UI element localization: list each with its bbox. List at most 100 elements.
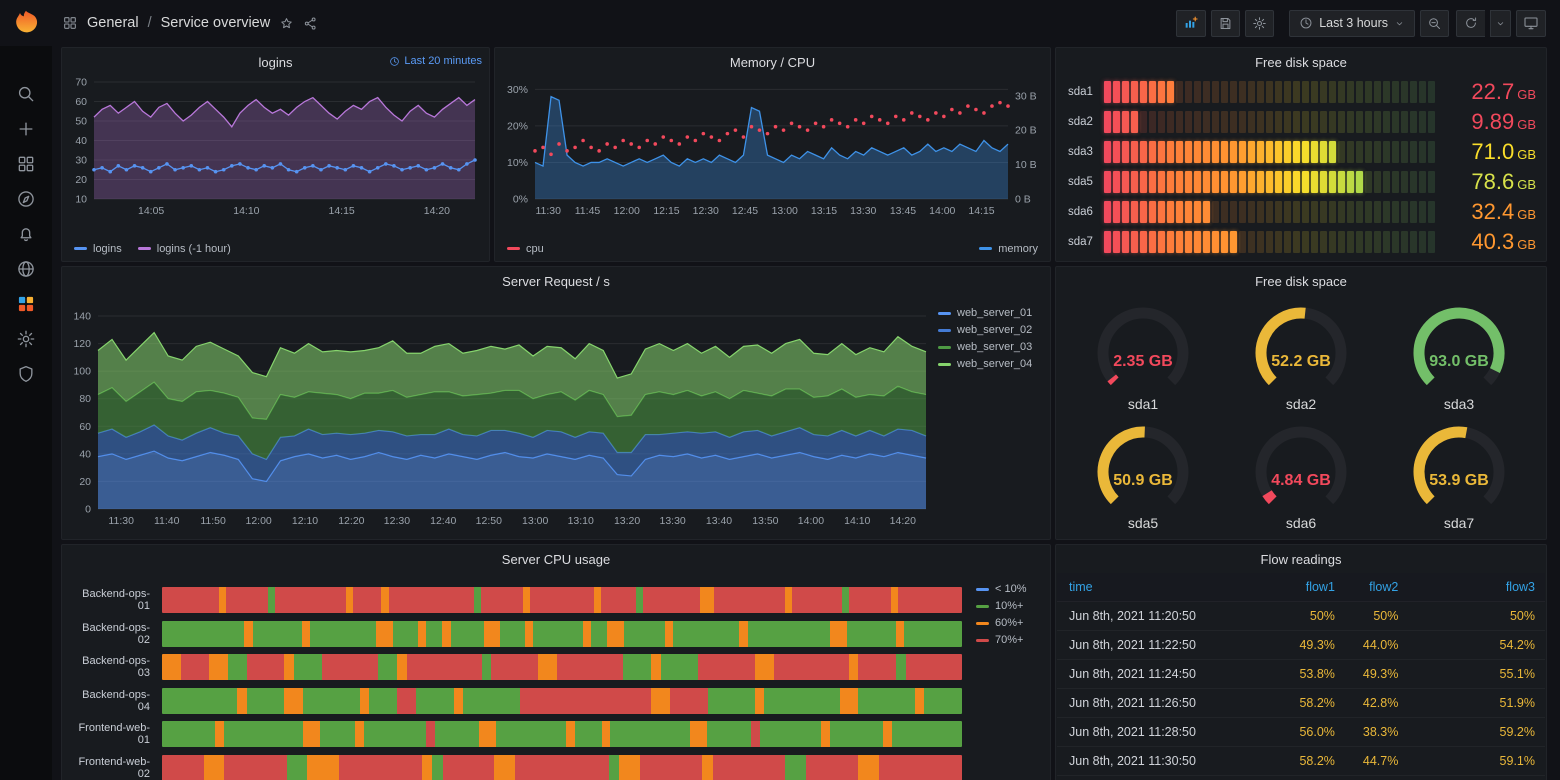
gauge-label: sda5 <box>1128 515 1158 531</box>
cpu-segment <box>389 587 474 613</box>
panel-free-disk-bars-header[interactable]: Free disk space <box>1056 48 1546 76</box>
cpu-row-bar[interactable] <box>162 654 962 680</box>
column-header-time[interactable]: time <box>1057 573 1272 602</box>
cpu-segment <box>204 755 225 780</box>
legend-item[interactable]: < 10% <box>976 583 1027 595</box>
led-cell <box>1122 201 1129 223</box>
cpu-segment <box>755 654 774 680</box>
share-icon[interactable] <box>303 16 318 31</box>
grafana-app: General / Service overview Last 3 hours <box>0 0 1560 780</box>
cpu-segment <box>891 587 898 613</box>
panel-title: logins <box>259 55 293 70</box>
column-header-flow3[interactable]: flow3 <box>1408 573 1545 602</box>
add-panel-button[interactable] <box>1176 10 1206 37</box>
led-cell <box>1131 171 1138 193</box>
panel-server-requests-header[interactable]: Server Request / s <box>62 267 1050 295</box>
chart-canvas[interactable]: 02040608010012014011:3011:4011:5012:0012… <box>66 295 934 533</box>
sidebar-item-search[interactable] <box>0 76 52 111</box>
svg-text:50.9 GB: 50.9 GB <box>1113 472 1173 489</box>
led-cell <box>1428 141 1435 163</box>
sidebar-item-create[interactable] <box>0 111 52 146</box>
cell-value: 44.0% <box>1345 631 1408 660</box>
cpu-segment <box>566 721 575 747</box>
panel-server-cpu-usage-header[interactable]: Server CPU usage <box>62 545 1050 573</box>
cpu-segment <box>643 587 700 613</box>
led-cell <box>1221 201 1228 223</box>
refresh-interval-button[interactable] <box>1490 10 1511 37</box>
led-cell <box>1158 111 1165 133</box>
sidebar-item-explore[interactable] <box>0 181 52 216</box>
sidebar-item-dashboards[interactable] <box>0 146 52 181</box>
panel-flow-readings-header[interactable]: Flow readings <box>1056 545 1546 573</box>
legend-item[interactable]: cpu <box>507 243 544 255</box>
led-cell <box>1302 81 1309 103</box>
legend-item[interactable]: web_server_02 <box>938 324 1032 336</box>
logins-chart[interactable]: 1020304050607014:0514:1014:1514:20 <box>66 76 483 219</box>
legend-item[interactable]: 70%+ <box>976 634 1023 646</box>
chart-canvas[interactable]: 0%10%20%30%0 B10 B20 B30 B11:3011:4512:0… <box>499 76 1046 219</box>
sidebar-item-plugins[interactable] <box>0 286 52 321</box>
save-dashboard-button[interactable] <box>1211 10 1240 37</box>
column-header-flow1[interactable]: flow1 <box>1272 573 1345 602</box>
cpu-row-bar[interactable] <box>162 688 962 714</box>
grafana-logo[interactable] <box>0 0 52 46</box>
cell-value: 48.3% <box>1272 776 1345 780</box>
server-requests-chart[interactable]: 02040608010012014011:3011:4011:5012:0012… <box>66 295 934 533</box>
led-cell <box>1419 171 1426 193</box>
svg-text:11:40: 11:40 <box>154 515 180 527</box>
cpu-row-bar[interactable] <box>162 587 962 613</box>
legend-item[interactable]: 60%+ <box>976 617 1023 629</box>
time-range-picker[interactable]: Last 3 hours <box>1289 10 1415 37</box>
legend-item[interactable]: web_server_03 <box>938 341 1032 353</box>
sidebar-item-configuration[interactable] <box>0 321 52 356</box>
led-cell <box>1392 171 1399 193</box>
panel-time-override[interactable]: Last 20 minutes <box>389 55 482 67</box>
panel-free-disk-gauges: Free disk space 2.35 GBsda152.2 GBsda293… <box>1055 266 1547 540</box>
led-cell <box>1212 201 1219 223</box>
panel-logins-header[interactable]: logins Last 20 minutes <box>62 48 489 76</box>
disk-value: 9.89GB <box>1450 111 1536 133</box>
legend-item[interactable]: logins (-1 hour) <box>138 243 231 255</box>
led-cell <box>1329 111 1336 133</box>
legend-swatch <box>938 329 951 332</box>
led-cell <box>1212 111 1219 133</box>
cycle-view-mode-button[interactable] <box>1516 10 1546 37</box>
refresh-button[interactable] <box>1456 10 1485 37</box>
cpu-row-bar[interactable] <box>162 755 962 780</box>
breadcrumb-page[interactable]: Service overview <box>161 15 271 31</box>
column-header-flow2[interactable]: flow2 <box>1345 573 1408 602</box>
svg-text:14:15: 14:15 <box>329 205 355 217</box>
cpu-usage-rows[interactable]: Backend-ops-01Backend-ops-02Backend-ops-… <box>70 587 962 780</box>
legend-item[interactable]: web_server_01 <box>938 307 1032 319</box>
panel-memory-cpu-header[interactable]: Memory / CPU <box>495 48 1050 76</box>
svg-text:12:20: 12:20 <box>338 515 364 527</box>
dashboard-settings-button[interactable] <box>1245 10 1274 37</box>
cpu-segment <box>224 721 303 747</box>
panel-free-disk-gauges-header[interactable]: Free disk space <box>1056 267 1546 295</box>
sidebar-item-live[interactable] <box>0 251 52 286</box>
cpu-row-label: Backend-ops-01 <box>70 588 162 612</box>
legend-item[interactable]: web_server_04 <box>938 358 1032 370</box>
chevron-down-icon <box>1394 18 1405 29</box>
memory-cpu-chart[interactable]: 0%10%20%30%0 B10 B20 B30 B11:3011:4512:0… <box>499 76 1046 219</box>
cell-value: 49.3% <box>1272 631 1345 660</box>
cpu-row-bar[interactable] <box>162 621 962 647</box>
sidebar-item-server-admin[interactable] <box>0 356 52 391</box>
zoom-out-icon <box>1427 16 1442 31</box>
legend-item[interactable]: 10%+ <box>976 600 1023 612</box>
led-cell <box>1194 111 1201 133</box>
favorite-star-icon[interactable] <box>279 16 294 31</box>
sidebar-items <box>0 76 52 391</box>
disk-led-bar <box>1104 171 1438 193</box>
cell-value: 59.1% <box>1408 747 1545 776</box>
memory-cpu-legend: cpu memory <box>507 241 1038 256</box>
disk-label: sda3 <box>1068 146 1104 158</box>
sidebar-item-alerting[interactable] <box>0 216 52 251</box>
chart-canvas[interactable]: 1020304050607014:0514:1014:1514:20 <box>66 76 483 219</box>
cpu-row-bar[interactable] <box>162 721 962 747</box>
legend-item[interactable]: memory <box>979 243 1038 255</box>
zoom-out-button[interactable] <box>1420 10 1449 37</box>
legend-item[interactable]: logins <box>74 243 122 255</box>
led-cell <box>1302 111 1309 133</box>
breadcrumb-section[interactable]: General <box>87 15 139 31</box>
